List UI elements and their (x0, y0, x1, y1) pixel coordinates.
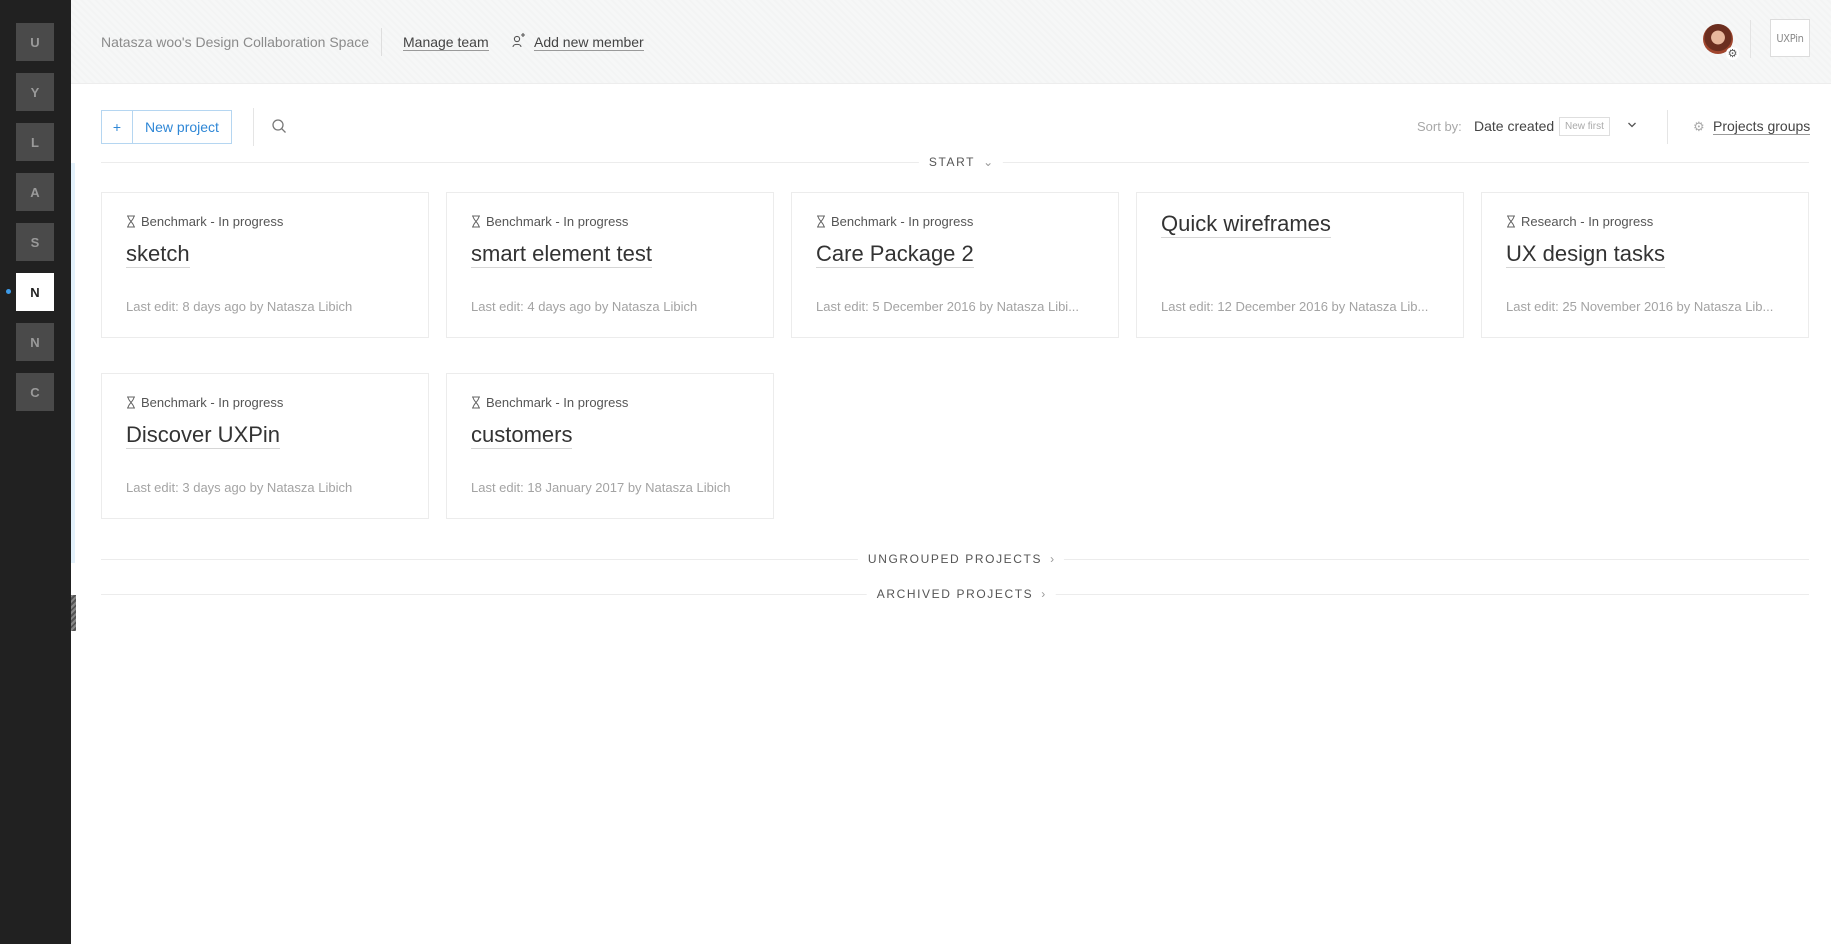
chevron-down-icon[interactable] (1627, 120, 1637, 130)
gear-icon[interactable]: ⚙ (1726, 47, 1739, 60)
project-title[interactable]: Quick wireframes (1161, 211, 1331, 238)
new-project-button[interactable]: + New project (101, 110, 232, 144)
project-title[interactable]: Care Package 2 (816, 241, 974, 268)
toolbar-divider-right (1667, 110, 1668, 144)
sort-label: Sort by: (1417, 119, 1462, 134)
project-card[interactable]: Benchmark - In progress smart element te… (446, 192, 774, 338)
chevron-down-icon: ⌄ (983, 155, 994, 169)
project-card[interactable]: Benchmark - In progress sketch Last edit… (101, 192, 429, 338)
project-last-edit: Last edit: 12 December 2016 by Natasza L… (1161, 299, 1429, 314)
content-accent-strip (71, 163, 75, 563)
hourglass-icon (127, 396, 135, 409)
project-last-edit: Last edit: 18 January 2017 by Natasza Li… (471, 480, 731, 495)
space-name: Natasza woo's Design Collaboration Space (101, 34, 370, 50)
project-title[interactable]: UX design tasks (1506, 241, 1665, 268)
chevron-right-icon: › (1050, 552, 1055, 566)
hourglass-icon (817, 215, 825, 228)
chevron-right-icon: › (1041, 587, 1046, 601)
toolbar-divider (253, 108, 254, 146)
project-last-edit: Last edit: 3 days ago by Natasza Libich (126, 480, 353, 495)
project-card[interactable]: Benchmark - In progress customers Last e… (446, 373, 774, 519)
workspace-button-u[interactable]: U (16, 23, 54, 61)
workspace-button-y[interactable]: Y (16, 73, 54, 111)
uxpin-logo[interactable]: UXPin (1770, 19, 1810, 57)
project-status: Benchmark - In progress (471, 395, 628, 410)
hourglass-icon (127, 215, 135, 228)
project-last-edit: Last edit: 8 days ago by Natasza Libich (126, 299, 353, 314)
project-title[interactable]: smart element test (471, 241, 652, 268)
new-project-label: New project (145, 119, 219, 135)
gear-icon: ⚙ (1693, 119, 1705, 134)
workspace-button-n-active[interactable]: N (16, 273, 54, 311)
project-card[interactable]: Benchmark - In progress Discover UXPin L… (101, 373, 429, 519)
add-new-member-link[interactable]: Add new member (534, 34, 644, 51)
project-last-edit: Last edit: 5 December 2016 by Natasza Li… (816, 299, 1080, 314)
group-toggle-ungrouped[interactable]: UNGROUPED PROJECTS › (857, 552, 1065, 566)
project-status: Research - In progress (1506, 214, 1653, 229)
project-card[interactable]: Quick wireframes Last edit: 12 December … (1136, 192, 1464, 338)
active-workspace-indicator (6, 289, 11, 294)
project-title[interactable]: Discover UXPin (126, 422, 281, 449)
project-status: Benchmark - In progress (471, 214, 628, 229)
group-toggle-archived[interactable]: ARCHIVED PROJECTS › (866, 587, 1056, 601)
project-status: Benchmark - In progress (816, 214, 973, 229)
project-card[interactable]: Research - In progress UX design tasks L… (1481, 192, 1809, 338)
sort-order-badge[interactable]: New first (1559, 117, 1610, 136)
workspace-rail: U Y L A S N N C (0, 0, 71, 944)
project-title[interactable]: customers (471, 422, 573, 449)
hourglass-icon (472, 215, 480, 228)
workspace-button-l[interactable]: L (16, 123, 54, 161)
resize-handle[interactable] (71, 595, 76, 631)
sort-dropdown[interactable]: Date created (1474, 118, 1554, 134)
project-status: Benchmark - In progress (126, 214, 283, 229)
project-last-edit: Last edit: 25 November 2016 by Natasza L… (1506, 299, 1774, 314)
manage-team-link[interactable]: Manage team (403, 34, 489, 51)
hourglass-icon (472, 396, 480, 409)
header-divider-right (1750, 20, 1751, 58)
workspace-button-c[interactable]: C (16, 373, 54, 411)
project-last-edit: Last edit: 4 days ago by Natasza Libich (471, 299, 698, 314)
project-card[interactable]: Benchmark - In progress Care Package 2 L… (791, 192, 1119, 338)
workspace-button-n[interactable]: N (16, 323, 54, 361)
workspace-button-a[interactable]: A (16, 173, 54, 211)
hourglass-icon (1507, 215, 1515, 228)
add-person-icon[interactable] (512, 32, 526, 48)
project-status: Benchmark - In progress (126, 395, 283, 410)
projects-groups-link[interactable]: Projects groups (1713, 118, 1811, 135)
plus-icon: + (102, 111, 133, 143)
top-header: Natasza woo's Design Collaboration Space… (71, 0, 1831, 84)
project-title[interactable]: sketch (126, 241, 190, 268)
header-divider (381, 28, 382, 56)
workspace-button-s[interactable]: S (16, 223, 54, 261)
search-icon[interactable] (271, 118, 287, 134)
group-toggle-start[interactable]: START ⌄ (918, 155, 1004, 169)
